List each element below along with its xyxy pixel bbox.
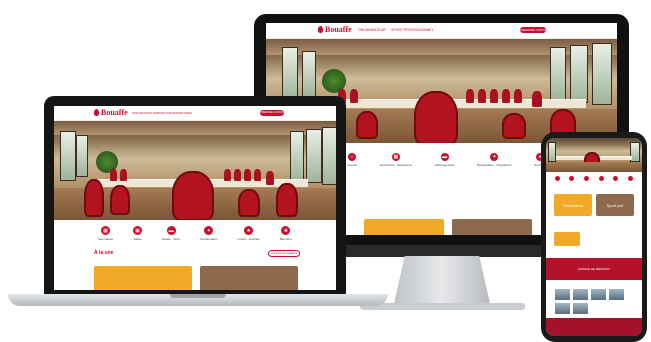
brand-logo[interactable]: Bouaffe: [318, 25, 352, 34]
food-icon: ✦: [490, 153, 499, 161]
category-label: Salles: [133, 237, 142, 241]
monitor-stand: [393, 256, 491, 308]
calendar-icon: ▦: [101, 226, 110, 235]
laptop-trackpad-notch: [170, 294, 226, 298]
logo-icon: [94, 109, 99, 116]
category-label: Hôtels · Gîtes: [162, 237, 181, 241]
contact-button[interactable]: PRENDRE CONTACT: [520, 27, 550, 33]
category-item[interactable]: ▬ Hébergements: [434, 153, 455, 167]
gallery-tile[interactable]: [590, 288, 607, 301]
gallery-tile[interactable]: [572, 288, 589, 301]
hero-image: [546, 138, 642, 172]
feature-card-label: Sport pro: [606, 202, 624, 208]
laptop-screen: Bouaffe ORGANISATEUR SPORT PROFESSIONNEL…: [54, 106, 336, 290]
nav-link-organisateur[interactable]: ORGANISATEUR: [358, 28, 386, 32]
spa-icon: ❀: [281, 226, 291, 235]
logo-icon: [318, 26, 323, 33]
nav-link-sport[interactable]: SPORT PROFESSIONNEL: [156, 111, 193, 115]
news-card[interactable]: [200, 266, 298, 290]
bed-icon[interactable]: [584, 176, 590, 181]
banner-label: ESPACE DE RÉUNION: [578, 267, 610, 271]
gallery-tile[interactable]: [554, 288, 571, 301]
activity-icon: ★: [244, 226, 254, 235]
food-icon: ✦: [204, 226, 214, 235]
top-nav: Bouaffe ORGANISATEUR SPORT PROFESSIONNEL…: [266, 23, 617, 39]
news-card[interactable]: [364, 219, 444, 235]
room-icon: ▣: [133, 226, 143, 235]
phone-screen: Séminaires Sport pro ESPACE DE RÉUNION: [546, 138, 642, 336]
banner: ESPACE DE RÉUNION: [546, 258, 642, 280]
category-label: Loisirs · Activités: [237, 237, 260, 241]
category-item[interactable]: ▣ Salles: [133, 226, 143, 241]
food-icon[interactable]: [598, 176, 604, 181]
brand-name: Bouaffe: [325, 25, 352, 34]
category-item[interactable]: ✦ Restauration: [200, 226, 217, 241]
category-label: Hébergements: [434, 163, 455, 167]
news-card[interactable]: [94, 266, 192, 290]
contact-button[interactable]: PRENDRE CONTACT: [260, 110, 286, 116]
spa-icon[interactable]: [628, 176, 634, 181]
category-label: Accueil: [347, 163, 357, 167]
category-item[interactable]: ★ Loisirs · Activités: [237, 226, 260, 241]
category-label: Bien-être: [279, 237, 292, 241]
bed-icon: ▬: [166, 226, 176, 235]
category-item[interactable]: ✦ Restauration · Prestations: [477, 153, 512, 167]
bed-icon: ▬: [440, 153, 449, 161]
category-label: Séminaires: [98, 237, 114, 241]
home-icon: ⌂: [348, 153, 357, 161]
feature-card-label: Séminaires: [562, 202, 583, 208]
gallery-tile[interactable]: [608, 288, 625, 301]
category-label: Restauration: [200, 237, 218, 241]
category-item[interactable]: ❀ Bien-être: [280, 226, 292, 241]
monitor-base: [360, 303, 525, 310]
section-title: À la une: [94, 250, 114, 256]
category-item[interactable]: ▦ Séminaires: [98, 226, 113, 241]
category-icons: ▦ Séminaires ▣ Salles ▬ Hôtels · Gîtes ✦…: [54, 226, 336, 241]
nav-link-sport[interactable]: SPORT PROFESSIONNEL: [391, 28, 434, 32]
brand-logo[interactable]: Bouaffe: [94, 108, 128, 117]
category-item[interactable]: ▬ Hôtels · Gîtes: [162, 226, 180, 241]
footer: [546, 318, 642, 336]
category-icons: [546, 176, 642, 181]
calendar-icon[interactable]: [554, 176, 560, 181]
top-nav: Bouaffe ORGANISATEUR SPORT PROFESSIONNEL…: [54, 106, 336, 121]
category-label: Restauration · Prestations: [476, 163, 512, 167]
hero-image: [54, 121, 336, 220]
promo-card[interactable]: [554, 232, 580, 246]
feature-card[interactable]: Sport pro: [596, 194, 634, 216]
gallery-tile[interactable]: [554, 302, 571, 315]
category-item[interactable]: ▦ Séminaires · Réceptions: [379, 153, 412, 167]
gallery-tile[interactable]: [572, 302, 589, 315]
nav-link-organisateur[interactable]: ORGANISATEUR: [132, 111, 156, 115]
news-card[interactable]: [452, 219, 532, 235]
feature-card[interactable]: Séminaires: [554, 194, 592, 216]
brand-name: Bouaffe: [101, 108, 128, 117]
category-label: Séminaires · Réceptions: [379, 163, 413, 167]
calendar-icon: ▦: [391, 153, 400, 161]
see-all-button[interactable]: Voir toutes les actualités: [268, 250, 300, 257]
category-item[interactable]: ⌂ Accueil: [347, 153, 357, 167]
room-icon[interactable]: [569, 176, 575, 181]
activity-icon[interactable]: [613, 176, 619, 181]
